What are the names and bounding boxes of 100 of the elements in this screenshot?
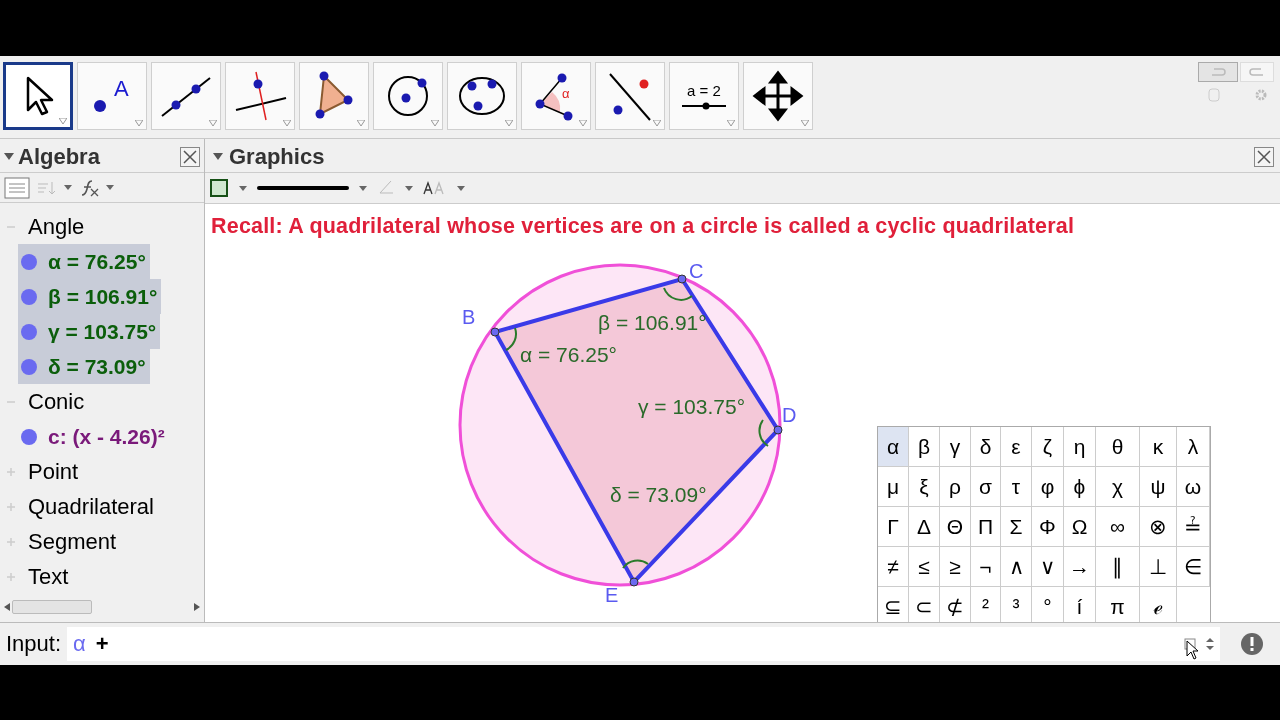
close-button[interactable] — [180, 146, 200, 167]
category-label[interactable]: Quadrilateral — [28, 490, 154, 523]
dropdown-corner-icon — [283, 120, 291, 126]
symbol-key[interactable]: ∨ — [1032, 547, 1064, 587]
color-swatch-icon[interactable] — [209, 178, 229, 198]
symbol-key[interactable]: ∈ — [1177, 547, 1210, 587]
symbol-key[interactable]: ρ — [940, 467, 971, 507]
horizontal-scrollbar[interactable] — [4, 598, 200, 616]
caret-icon — [457, 185, 465, 191]
symbol-key[interactable]: ¬ — [971, 547, 1001, 587]
dropdown-corner-icon — [209, 120, 217, 126]
dropdown-corner-icon — [801, 120, 809, 126]
visibility-dot-icon[interactable] — [20, 357, 38, 376]
angle-label: γ = 103.75° — [638, 395, 746, 418]
category-label[interactable]: Angle — [28, 210, 85, 243]
dropdown-corner-icon — [431, 120, 439, 126]
symbol-key[interactable]: ≠ — [878, 547, 909, 587]
symbol-key[interactable]: ζ — [1032, 427, 1064, 467]
symbol-key[interactable]: ∧ — [1001, 547, 1032, 587]
symbol-key[interactable]: ϕ — [1064, 467, 1096, 507]
category-label[interactable]: Segment — [28, 525, 117, 558]
point-label: B — [462, 306, 476, 328]
input-field[interactable]: α + — [67, 626, 1220, 661]
category-label[interactable]: Text — [28, 560, 69, 593]
symbol-key[interactable]: ≤ — [909, 547, 940, 587]
angle-arc — [622, 559, 649, 569]
visibility-dot-icon[interactable] — [20, 427, 38, 446]
symbol-key[interactable]: η — [1064, 427, 1096, 467]
category-label[interactable]: Point — [28, 455, 79, 488]
symbol-key[interactable]: β — [909, 427, 940, 467]
symbol-key[interactable]: ∞ — [1096, 507, 1140, 547]
dropdown-corner-icon — [727, 120, 735, 126]
line-style-icon[interactable] — [257, 185, 349, 191]
symbol-key[interactable]: μ — [878, 467, 909, 507]
input-label: Input: — [6, 630, 62, 658]
point-label: C — [689, 260, 704, 282]
symbol-key[interactable]: ξ — [909, 467, 940, 507]
symbol-key[interactable]: ⊗ — [1140, 507, 1177, 547]
close-button[interactable] — [1254, 146, 1274, 167]
symbol-key[interactable]: λ — [1177, 427, 1210, 467]
collapse-icon[interactable] — [4, 152, 14, 161]
symbol-key[interactable]: Θ — [940, 507, 971, 547]
redo-icon — [1249, 67, 1265, 77]
symbol-key[interactable]: κ — [1140, 427, 1177, 467]
algebra-value: δ = 73.09° — [48, 353, 146, 380]
symbol-key[interactable]: ≟ — [1177, 507, 1210, 547]
angle-label: α = 76.25° — [520, 343, 618, 366]
symbol-key[interactable]: φ — [1032, 467, 1064, 507]
vertex-point[interactable] — [629, 577, 639, 587]
symbol-key[interactable]: δ — [971, 427, 1001, 467]
algebra-item[interactable]: α = 76.25° — [18, 244, 150, 279]
visibility-dot-icon[interactable] — [20, 252, 38, 271]
caret-icon — [1206, 637, 1214, 650]
tool-button[interactable]: A — [77, 62, 147, 130]
symbol-key[interactable]: ⊥ — [1140, 547, 1177, 587]
symbol-key[interactable]: Σ — [1001, 507, 1032, 547]
angle-arc — [758, 419, 769, 447]
algebra-item[interactable]: β = 106.91° — [18, 279, 162, 314]
symbol-key[interactable]: Π — [971, 507, 1001, 547]
scroll-right-icon[interactable] — [194, 603, 200, 611]
symbol-key[interactable]: σ — [971, 467, 1001, 507]
collapse-icon[interactable] — [213, 152, 223, 161]
symbol-key[interactable]: Γ — [878, 507, 909, 547]
algebra-item[interactable]: δ = 73.09° — [18, 349, 150, 384]
symbol-key[interactable]: ω — [1177, 467, 1210, 507]
algebra-item[interactable]: c: (x - 4.26)² — [18, 419, 169, 454]
point-label: E — [605, 584, 619, 606]
undo-icon — [1210, 67, 1226, 77]
visibility-dot-icon[interactable] — [20, 322, 38, 341]
dropdown-corner-icon — [59, 118, 67, 124]
symbol-key[interactable]: → — [1064, 547, 1096, 587]
font-size-icon[interactable] — [423, 181, 447, 195]
error-icon[interactable] — [1240, 631, 1264, 656]
caret-icon — [239, 185, 247, 191]
symbol-key[interactable]: τ — [1001, 467, 1032, 507]
symbol-key[interactable]: ≥ — [940, 547, 971, 587]
angle-label: δ = 73.09° — [610, 483, 707, 506]
tool-button[interactable]: α — [521, 62, 591, 130]
symbol-key[interactable]: ∥ — [1096, 547, 1140, 587]
scroll-left-icon[interactable] — [4, 603, 10, 611]
symbol-key[interactable]: γ — [940, 427, 971, 467]
symbol-key[interactable]: Δ — [909, 507, 940, 547]
symbol-key[interactable]: θ — [1096, 427, 1140, 467]
symbol-key[interactable]: Φ — [1032, 507, 1064, 547]
caret-icon — [64, 185, 72, 190]
tool-button[interactable]: a = 2 — [669, 62, 739, 130]
vertex-point[interactable] — [773, 425, 783, 435]
symbol-key[interactable]: ψ — [1140, 467, 1177, 507]
symbol-key[interactable]: ε — [1001, 427, 1032, 467]
panel-title: Graphics — [229, 143, 326, 171]
dropdown-corner-icon — [357, 120, 365, 126]
visibility-dot-icon[interactable] — [20, 287, 38, 306]
category-label[interactable]: Conic — [28, 385, 85, 418]
vertex-point[interactable] — [677, 274, 687, 284]
tool-button[interactable] — [3, 62, 73, 130]
symbol-key[interactable]: α — [878, 427, 909, 467]
symbol-key[interactable]: Ω — [1064, 507, 1096, 547]
algebra-item[interactable]: γ = 103.75° — [18, 314, 161, 349]
symbol-key[interactable]: χ — [1096, 467, 1140, 507]
vertex-point[interactable] — [490, 327, 500, 337]
